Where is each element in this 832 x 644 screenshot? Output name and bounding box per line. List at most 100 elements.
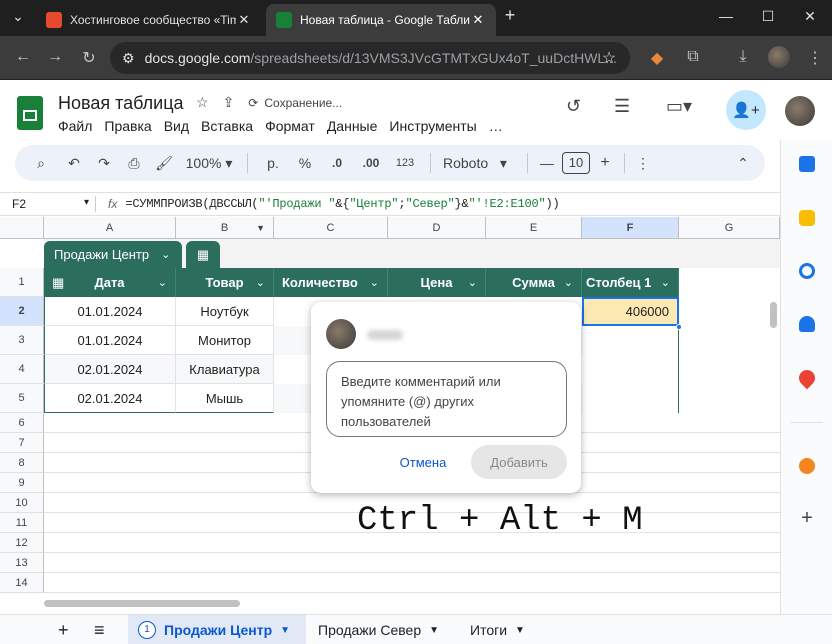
window-close-icon[interactable]: ✕	[800, 8, 820, 25]
extension-fox-icon[interactable]: ◆	[646, 48, 668, 68]
column-header-c[interactable]: C	[274, 217, 388, 239]
sheet-dropdown-icon[interactable]: ▼	[280, 625, 290, 636]
row-header[interactable]: 8	[0, 453, 44, 473]
browser-tab-sheets[interactable]: Новая таблица - Google Табли ✕	[266, 4, 496, 36]
row-header[interactable]: 10	[0, 493, 44, 513]
row-header[interactable]: 2	[0, 297, 44, 326]
collapse-menus-icon[interactable]: ⌃	[733, 155, 753, 172]
site-info-icon[interactable]: ⚙	[122, 50, 135, 67]
maximize-icon[interactable]: ☐	[758, 8, 778, 25]
column-header-b[interactable]: B ▼	[176, 217, 274, 239]
fill-handle[interactable]	[676, 324, 682, 330]
sheets-logo-icon[interactable]	[17, 96, 43, 130]
cancel-button[interactable]: Отмена	[397, 447, 449, 477]
forward-icon[interactable]: →	[44, 48, 66, 66]
chevron-down-icon[interactable]: ⌄	[661, 276, 670, 289]
minimize-icon[interactable]: —	[716, 8, 736, 24]
row-header[interactable]: 9	[0, 473, 44, 493]
url-field[interactable]: ⚙ docs.google.com/spreadsheets/d/13VMS3J…	[110, 42, 630, 74]
menu-tools[interactable]: Инструменты	[389, 118, 476, 134]
table-name-chip[interactable]: Продажи Центр ⌄	[44, 241, 182, 268]
table-cell[interactable]: 01.01.2024	[44, 326, 176, 355]
font-select[interactable]: Roboto ▾	[439, 155, 519, 172]
all-sheets-icon[interactable]: ≡	[84, 615, 115, 644]
table-cell[interactable]: 01.01.2024	[44, 297, 176, 326]
tasks-icon[interactable]	[799, 263, 815, 279]
vertical-scrollbar[interactable]	[770, 302, 777, 328]
new-tab-icon[interactable]: +	[500, 5, 520, 26]
add-comment-button[interactable]: Добавить	[471, 445, 567, 479]
row-header[interactable]: 14	[0, 573, 44, 593]
table-cell[interactable]: Мышь	[176, 384, 274, 413]
maps-icon[interactable]	[795, 366, 819, 390]
selected-cell-f2[interactable]: 406000	[582, 297, 679, 326]
more-tools-icon[interactable]: ⋮	[633, 155, 653, 172]
column-header-g[interactable]: G	[679, 217, 780, 239]
font-size-decrease-button[interactable]: —	[536, 155, 558, 171]
table-header-column1[interactable]: Столбец 1 ⌄	[582, 268, 679, 297]
table-header-product[interactable]: Товар ⌄	[176, 268, 274, 297]
table-cell[interactable]: Клавиатура	[176, 355, 274, 384]
sheet-dropdown-icon[interactable]: ▼	[429, 625, 439, 636]
column-header-a[interactable]: A	[44, 217, 176, 239]
paint-format-icon[interactable]: 🖌	[149, 155, 179, 172]
table-cell[interactable]: 02.01.2024	[44, 355, 176, 384]
menu-file[interactable]: Файл	[58, 118, 92, 134]
document-title[interactable]: Новая таблица	[58, 93, 184, 114]
row-header[interactable]: 3	[0, 326, 44, 355]
font-size-increase-button[interactable]: +	[594, 154, 616, 172]
font-size-input[interactable]: 10	[562, 152, 590, 174]
keep-icon[interactable]	[799, 210, 815, 226]
row-header[interactable]: 12	[0, 533, 44, 553]
name-box-dropdown-icon[interactable]: ▾	[84, 197, 89, 208]
column-header-e[interactable]: E	[486, 217, 582, 239]
currency-format-button[interactable]: р.	[256, 155, 290, 171]
horizontal-scrollbar[interactable]	[44, 600, 240, 607]
table-cell[interactable]: Монитор	[176, 326, 274, 355]
close-tab-icon[interactable]: ✕	[470, 12, 486, 28]
redo-icon[interactable]: ↷	[89, 155, 119, 172]
add-sheet-icon[interactable]: +	[48, 615, 79, 644]
table-header-quantity[interactable]: Количество ⌄	[274, 268, 388, 297]
account-avatar[interactable]	[785, 96, 815, 126]
sheet-tab-active[interactable]: 1 Продажи Центр ▼	[128, 615, 306, 644]
comments-icon[interactable]: ☰	[614, 96, 630, 117]
table-header-price[interactable]: Цена ⌄	[388, 268, 486, 297]
menu-insert[interactable]: Вставка	[201, 118, 253, 134]
table-cell[interactable]: Ноутбук	[176, 297, 274, 326]
chevron-down-icon[interactable]: ⌄	[370, 276, 379, 289]
row-header[interactable]: 4	[0, 355, 44, 384]
row-header[interactable]: 13	[0, 553, 44, 573]
column-menu-icon[interactable]: ▼	[256, 223, 265, 233]
extensions-icon[interactable]: ⧉	[682, 48, 704, 66]
formula-input[interactable]: =СУММПРОИЗВ(ДВССЫЛ("'Продажи "&{"Центр";…	[125, 197, 559, 211]
chevron-down-icon[interactable]: ⌄	[256, 276, 265, 289]
reload-icon[interactable]: ↻	[78, 48, 100, 68]
chevron-down-icon[interactable]: ⌄	[564, 276, 573, 289]
bookmark-star-icon[interactable]: ☆	[598, 48, 620, 68]
chevron-down-icon[interactable]: ⌄	[158, 276, 167, 289]
print-icon[interactable]: ⎙	[119, 155, 149, 172]
increase-decimal-button[interactable]: .00	[354, 156, 388, 170]
table-header-sum[interactable]: Сумма ⌄	[486, 268, 582, 297]
share-button[interactable]: 👤+	[726, 90, 766, 130]
table-cell[interactable]: 02.01.2024	[44, 384, 176, 413]
menu-view[interactable]: Вид	[164, 118, 189, 134]
column-header-f[interactable]: F	[582, 217, 679, 239]
column-header-d[interactable]: D	[388, 217, 486, 239]
back-icon[interactable]: ←	[12, 48, 34, 66]
decrease-decimal-button[interactable]: .0	[320, 156, 354, 170]
menu-edit[interactable]: Правка	[104, 118, 151, 134]
row-header[interactable]: 5	[0, 384, 44, 413]
menu-data[interactable]: Данные	[327, 118, 378, 134]
move-icon[interactable]: ⇪	[223, 94, 235, 111]
undo-icon[interactable]: ↶	[59, 155, 89, 172]
row-header[interactable]: 11	[0, 513, 44, 533]
percent-format-button[interactable]: %	[290, 155, 320, 171]
history-icon[interactable]: ↺	[566, 96, 581, 117]
calendar-icon[interactable]	[799, 156, 815, 172]
sheet-tab[interactable]: Итоги ▼	[460, 615, 535, 644]
star-icon[interactable]: ☆	[196, 94, 209, 111]
name-box[interactable]: F2 ▾	[0, 197, 95, 211]
more-formats-button[interactable]: 123	[388, 157, 422, 169]
